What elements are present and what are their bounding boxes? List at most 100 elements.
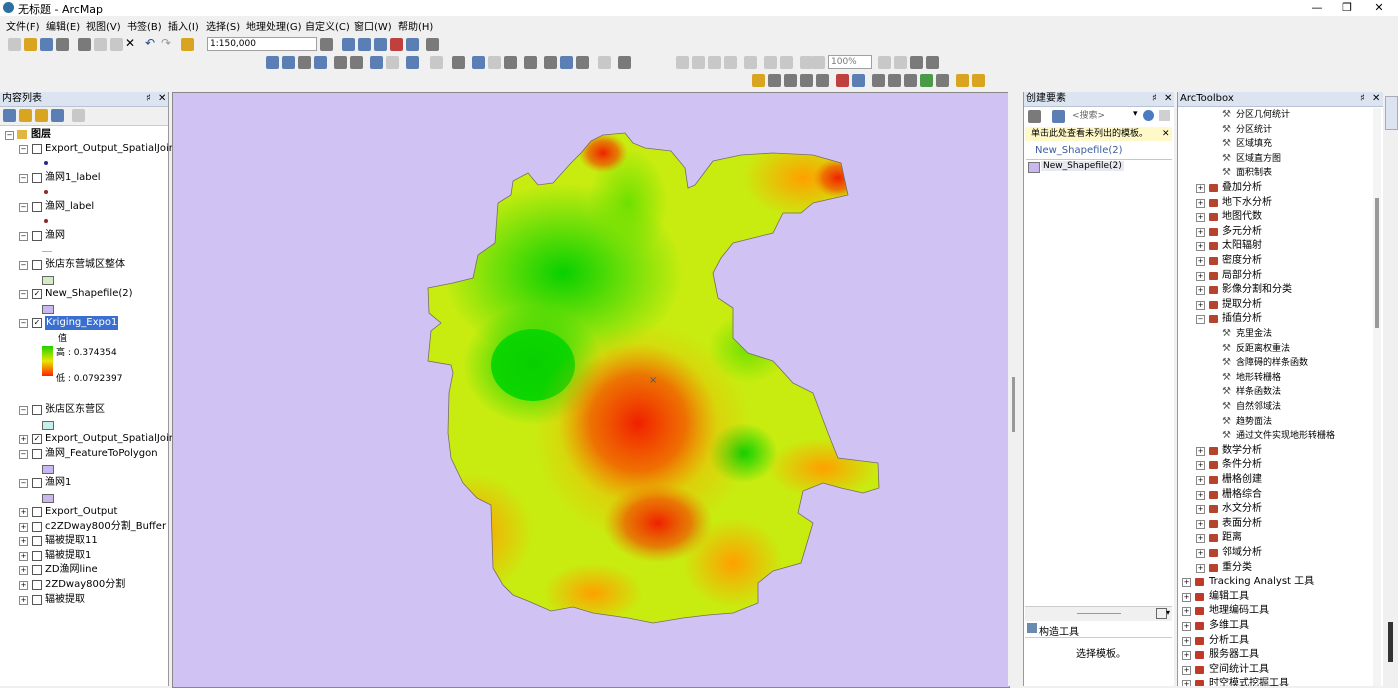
filter-templates-icon[interactable]	[1052, 110, 1065, 123]
right-scroll-grip[interactable]	[1388, 622, 1393, 662]
expand-icon[interactable]: +	[1196, 184, 1205, 193]
fixed-zoom-in-icon[interactable]	[334, 56, 347, 69]
copy-icon[interactable]	[94, 38, 107, 51]
zoom-in-icon[interactable]	[266, 56, 279, 69]
expand-icon[interactable]: +	[1182, 592, 1191, 602]
expand-icon[interactable]: +	[1196, 227, 1205, 237]
expand-icon[interactable]: +	[19, 435, 28, 444]
full-extent-icon[interactable]	[314, 56, 327, 69]
split-icon[interactable]	[888, 74, 901, 87]
back-extent-icon[interactable]	[370, 56, 383, 69]
collapse-icon[interactable]: −	[19, 319, 28, 328]
template-item[interactable]: New_Shapefile(2)	[1041, 161, 1124, 171]
sketch-properties-icon[interactable]	[936, 74, 949, 87]
create-features-close-icon[interactable]: ✕	[1164, 92, 1172, 106]
expand-icon[interactable]: +	[1196, 563, 1205, 573]
template-notice-bar[interactable]: 单击此处查看未列出的模板。 ✕	[1025, 127, 1172, 141]
toggle-draft-icon[interactable]	[878, 56, 891, 69]
expand-icon[interactable]: +	[1182, 578, 1191, 588]
model-builder-icon[interactable]	[426, 38, 439, 51]
expand-icon[interactable]: +	[1196, 242, 1205, 252]
layer-visibility-checkbox[interactable]	[32, 595, 42, 605]
hyperlink-icon[interactable]	[488, 56, 501, 69]
list-by-source-icon[interactable]	[19, 109, 32, 122]
menu-bookmarks[interactable]: 书签(B)	[127, 18, 162, 33]
layer-visibility-checkbox[interactable]	[32, 449, 42, 459]
collapse-icon[interactable]: −	[19, 261, 28, 270]
zoom-100-icon[interactable]	[744, 56, 757, 69]
open-icon[interactable]	[24, 38, 37, 51]
menu-edit[interactable]: 编辑(E)	[46, 18, 80, 33]
arctoolbox-scroll-thumb[interactable]	[1375, 198, 1379, 328]
create-features-pin-icon[interactable]: ♯	[1152, 92, 1157, 106]
layer-name[interactable]: ZD渔网line	[45, 563, 98, 577]
layer-visibility-checkbox[interactable]	[32, 202, 42, 212]
layer-visibility-checkbox[interactable]: ✓	[32, 318, 42, 328]
splitter[interactable]	[1008, 92, 1022, 686]
focus-data-frame-icon[interactable]	[894, 56, 907, 69]
layer-visibility-checkbox[interactable]	[32, 260, 42, 270]
layer-visibility-checkbox[interactable]	[32, 478, 42, 488]
expand-icon[interactable]: +	[19, 508, 28, 517]
collapse-icon[interactable]: −	[19, 406, 28, 415]
toc-options-icon[interactable]	[72, 109, 85, 122]
map-view[interactable]: ×	[172, 92, 1010, 688]
go-to-xy-icon[interactable]	[576, 56, 589, 69]
expand-icon[interactable]: +	[1196, 505, 1205, 515]
data-driven-pages-icon[interactable]	[926, 56, 939, 69]
toc-pin-icon[interactable]: ♯	[146, 92, 151, 106]
expand-icon[interactable]: +	[1182, 665, 1191, 675]
expand-icon[interactable]: +	[1196, 286, 1205, 296]
layer-visibility-checkbox[interactable]	[32, 565, 42, 575]
layer-name[interactable]: New_Shapefile(2)	[45, 287, 133, 301]
notice-close-icon[interactable]: ✕	[1162, 127, 1170, 141]
layer-visibility-checkbox[interactable]	[32, 144, 42, 154]
collapse-icon[interactable]: −	[5, 131, 14, 140]
arctoolbox-window-icon[interactable]	[390, 38, 403, 51]
layer-name[interactable]: 渔网1_label	[45, 171, 101, 185]
splitter-grip[interactable]	[1012, 377, 1015, 432]
list-by-selection-icon[interactable]	[51, 109, 64, 122]
layer-visibility-checkbox[interactable]: ✓	[32, 434, 42, 444]
expand-icon[interactable]: +	[1196, 549, 1205, 558]
expand-icon[interactable]: +	[1196, 271, 1205, 281]
layer-visibility-checkbox[interactable]	[32, 580, 42, 590]
layer-visibility-checkbox[interactable]	[32, 522, 42, 532]
layer-name[interactable]: 张店东营城区整体	[45, 258, 125, 272]
layer-name[interactable]: 渔网_label	[45, 200, 94, 214]
layer-visibility-checkbox[interactable]	[32, 551, 42, 561]
map-scale-combo[interactable]: 1:150,000	[207, 37, 317, 51]
expand-icon[interactable]: +	[19, 596, 28, 605]
layer-visibility-checkbox[interactable]: ✓	[32, 289, 42, 299]
expand-icon[interactable]: +	[19, 523, 28, 532]
layer-name[interactable]: 辐被提取11	[45, 534, 98, 548]
cut-polygon-icon[interactable]	[872, 74, 885, 87]
pan-icon[interactable]	[298, 56, 311, 69]
expand-icon[interactable]: +	[19, 566, 28, 575]
view-mode-dropdown-icon[interactable]: ▾	[1166, 608, 1170, 617]
create-viewer-icon[interactable]	[618, 56, 631, 69]
layer-visibility-checkbox[interactable]	[32, 173, 42, 183]
expand-icon[interactable]: +	[19, 537, 28, 546]
layer-name[interactable]: 渔网1	[45, 476, 71, 490]
expand-icon[interactable]: +	[1196, 519, 1205, 529]
select-features-icon[interactable]	[406, 56, 419, 69]
expand-icon[interactable]: +	[1196, 198, 1205, 208]
expand-icon[interactable]: +	[1196, 300, 1205, 310]
menu-geoprocessing[interactable]: 地理处理(G)	[246, 18, 302, 33]
add-data-icon[interactable]	[181, 38, 194, 51]
toc-close-icon[interactable]: ✕	[158, 92, 166, 106]
catalog-window-icon[interactable]	[358, 38, 371, 51]
expand-icon[interactable]: +	[1196, 490, 1205, 500]
arctoolbox-pin-icon[interactable]: ♯	[1360, 92, 1365, 106]
collapse-icon[interactable]: −	[19, 174, 28, 183]
save-icon[interactable]	[40, 38, 53, 51]
identify-icon[interactable]	[472, 56, 485, 69]
layer-name[interactable]: Export_Output	[45, 505, 117, 519]
expand-icon[interactable]: +	[1196, 534, 1205, 544]
layer-name[interactable]: 2ZDway800分割	[45, 578, 125, 592]
layout-zoom-combo[interactable]: 100%	[828, 55, 872, 69]
arctoolbox-scrollbar[interactable]	[1373, 108, 1381, 686]
expand-icon[interactable]: +	[1182, 622, 1191, 631]
menu-windows[interactable]: 窗口(W)	[354, 18, 392, 33]
